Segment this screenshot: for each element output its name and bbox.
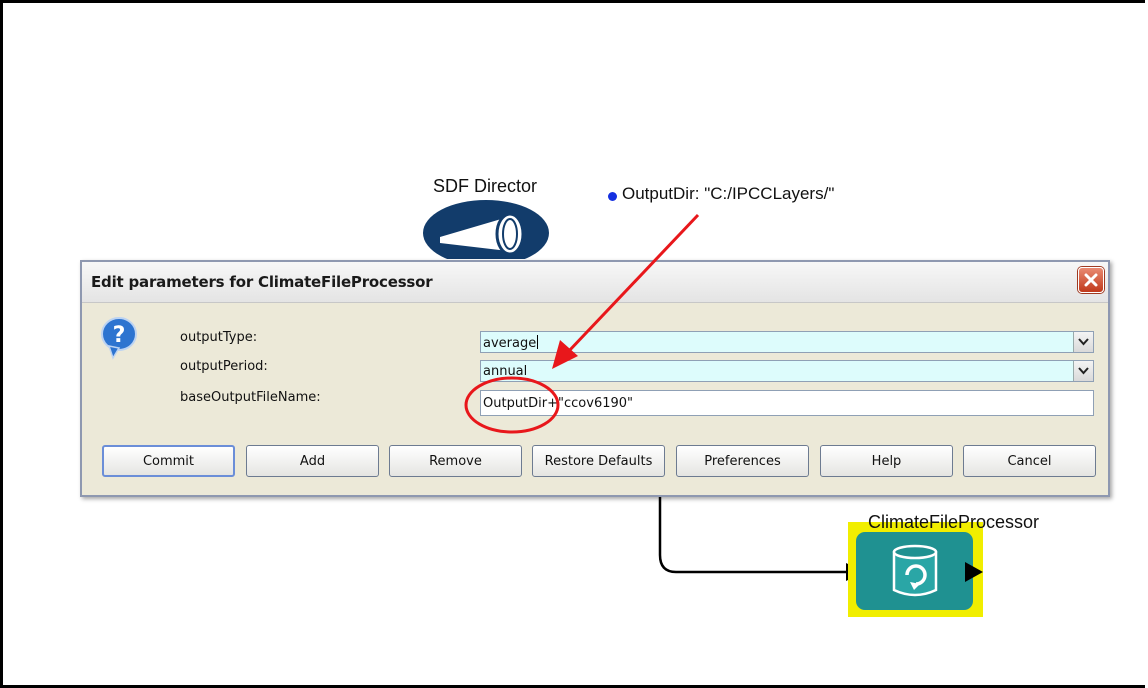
output-type-select[interactable]: average [480,331,1094,353]
base-output-file-name-input[interactable]: OutputDir+"ccov6190" [480,390,1094,416]
output-period-value: annual [483,364,528,379]
dropdown-arrow-icon [1078,367,1089,375]
help-question-icon: ? [101,317,137,360]
preferences-button[interactable]: Preferences [676,445,809,477]
output-port-icon[interactable] [964,561,984,583]
output-period-label: outputPeriod: [180,359,268,374]
help-button[interactable]: Help [820,445,953,477]
refresh-icon [892,544,938,597]
close-icon [1084,273,1098,287]
dropdown-arrow-icon [1078,338,1089,346]
climate-file-processor-actor[interactable] [848,522,983,617]
text-cursor [537,335,539,349]
parameter-dot-icon [608,192,617,201]
output-period-dropdown-button[interactable] [1073,361,1093,381]
restore-defaults-button[interactable]: Restore Defaults [532,445,665,477]
output-type-value: average [483,336,537,351]
commit-button[interactable]: Commit [102,445,235,477]
sdf-director-icon[interactable] [422,199,550,259]
sdf-director-label: SDF Director [433,176,538,196]
cancel-button[interactable]: Cancel [963,445,1096,477]
edit-parameters-dialog: Edit parameters for ClimateFileProcessor… [80,260,1110,497]
add-button[interactable]: Add [246,445,379,477]
svg-text:?: ? [113,323,126,348]
output-type-dropdown-button[interactable] [1073,332,1093,352]
output-type-label: outputType: [180,330,258,345]
dialog-titlebar[interactable]: Edit parameters for ClimateFileProcessor [82,262,1108,303]
output-dir-parameter[interactable]: OutputDir: "C:/IPCCLayers/" [622,184,834,204]
actor-body [856,532,973,610]
dialog-title: Edit parameters for ClimateFileProcessor [91,273,433,291]
remove-button[interactable]: Remove [389,445,522,477]
close-button[interactable] [1078,267,1104,293]
output-period-select[interactable]: annual [480,360,1094,382]
actor-label: ClimateFileProcessor [868,512,1040,532]
base-output-file-name-label: baseOutputFileName: [180,390,321,405]
